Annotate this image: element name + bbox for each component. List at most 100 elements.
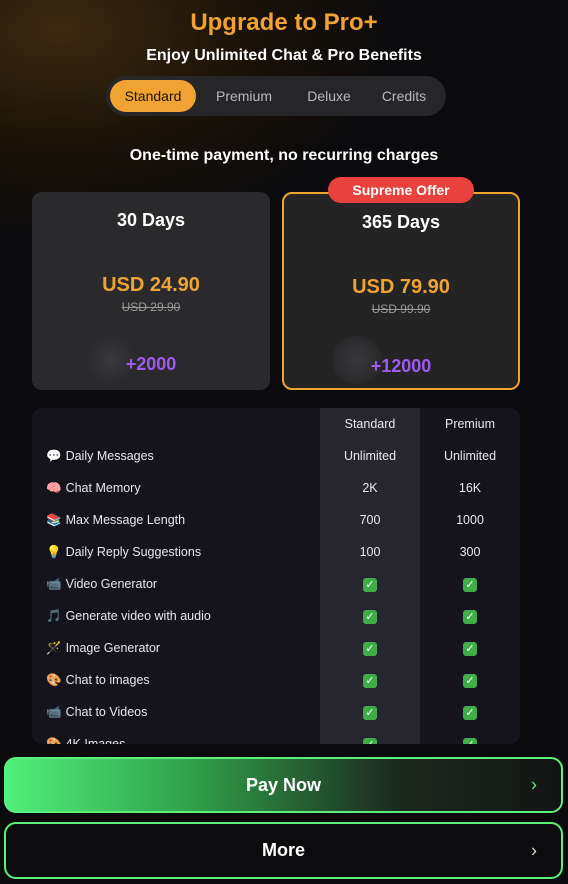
feature-value-premium: ✓ — [420, 609, 520, 624]
check-icon: ✓ — [363, 641, 377, 656]
check-icon: ✓ — [363, 577, 377, 592]
video-camera-icon: 📹 — [46, 576, 62, 591]
magic-wand-icon: 🪄 — [46, 640, 62, 655]
feature-value-premium: 300 — [420, 545, 520, 559]
feature-value: 100 — [359, 545, 381, 559]
feature-label: 🪄 Image Generator — [46, 641, 160, 656]
feature-value-premium: 16K — [420, 481, 520, 495]
table-row: 💬 Daily Messages Unlimited Unlimited — [32, 440, 520, 472]
feature-label: 💬 Daily Messages — [46, 449, 154, 464]
feature-value-standard: 2K — [320, 481, 420, 495]
plan-price: USD 24.90 — [102, 274, 200, 296]
feature-value-standard: Unlimited — [320, 449, 420, 463]
supreme-offer-badge: Supreme Offer — [328, 177, 474, 203]
tab-premium[interactable]: Premium — [196, 80, 292, 112]
feature-name: Generate video with audio — [65, 608, 211, 623]
check-icon: ✓ — [463, 609, 477, 624]
table-row: 🪄 Image Generator ✓ ✓ — [32, 632, 520, 664]
feature-value: 700 — [359, 513, 381, 527]
features-table: Standard Premium 💬 Daily Messages Unlimite… — [32, 408, 520, 744]
plan-card-30-days[interactable]: 30 Days USD 24.90 USD 29.90 +2000 — [32, 192, 270, 390]
column-header-standard: Standard — [344, 417, 396, 431]
check-icon: ✓ — [363, 609, 377, 624]
palette-icon: 🎨 — [46, 736, 62, 745]
table-row: 🎵 Generate video with audio ✓ ✓ — [32, 600, 520, 632]
column-header-premium: Premium — [444, 417, 495, 431]
feature-label: 🧠 Chat Memory — [46, 481, 141, 496]
lightbulb-icon: 💡 — [46, 544, 62, 559]
feature-value: Unlimited — [343, 449, 397, 463]
feature-value-standard: ✓ — [320, 641, 420, 656]
feature-name: Chat to Videos — [65, 704, 148, 719]
palette-icon: 🎨 — [46, 672, 62, 687]
page-title: Upgrade to Pro+ — [190, 9, 378, 36]
tab-deluxe[interactable]: Deluxe — [292, 80, 366, 112]
feature-value: 1000 — [456, 513, 484, 527]
speech-bubble-icon: 💬 — [46, 448, 62, 463]
feature-value: Unlimited — [443, 449, 497, 463]
check-icon: ✓ — [463, 737, 477, 744]
check-icon: ✓ — [363, 673, 377, 688]
feature-name: Max Message Length — [65, 512, 186, 527]
table-row: 🧠 Chat Memory 2K 16K — [32, 472, 520, 504]
payment-note: One-time payment, no recurring charges — [129, 147, 439, 164]
feature-name: Daily Reply Suggestions — [65, 544, 202, 559]
feature-label: 🎨 4K Images — [46, 737, 125, 745]
check-icon: ✓ — [463, 705, 477, 720]
plan-credits: +2000 — [125, 354, 177, 374]
check-icon: ✓ — [363, 737, 377, 744]
feature-value-premium: 1000 — [420, 513, 520, 527]
video-camera-icon: 📹 — [46, 704, 62, 719]
feature-label: 💡 Daily Reply Suggestions — [46, 545, 201, 560]
feature-value-premium: ✓ — [420, 577, 520, 592]
chevron-right-icon: › — [531, 774, 537, 795]
more-button[interactable]: More › — [4, 822, 563, 879]
feature-value: 2K — [362, 481, 378, 495]
feature-name: 4K Images — [65, 736, 126, 745]
feature-label: 🎨 Chat to images — [46, 673, 150, 688]
pay-now-label: Pay Now — [245, 774, 322, 795]
feature-label: 📹 Video Generator — [46, 577, 157, 592]
plan-old-price: USD 99.90 — [371, 302, 431, 316]
feature-value: 300 — [459, 545, 481, 559]
plan-old-price: USD 29.90 — [121, 300, 181, 314]
music-note-icon: 🎵 — [46, 608, 62, 623]
feature-value-standard: ✓ — [320, 737, 420, 744]
feature-name: Chat to images — [65, 672, 150, 687]
plan-duration: 30 Days — [116, 210, 186, 230]
plan-tabs: Standard Premium Deluxe Credits — [106, 76, 446, 116]
table-header: Standard Premium — [32, 408, 520, 440]
feature-value-premium: ✓ — [420, 673, 520, 688]
plan-duration: 365 Days — [361, 212, 441, 232]
tab-standard[interactable]: Standard — [110, 80, 196, 112]
tab-credits[interactable]: Credits — [366, 80, 442, 112]
feature-value-standard: ✓ — [320, 673, 420, 688]
feature-label: 📚 Max Message Length — [46, 513, 185, 528]
check-icon: ✓ — [463, 673, 477, 688]
pay-now-button[interactable]: Pay Now › — [4, 757, 563, 813]
table-row: 📚 Max Message Length 700 1000 — [32, 504, 520, 536]
books-icon: 📚 — [46, 512, 62, 527]
feature-name: Daily Messages — [65, 448, 154, 463]
plan-credits: +12000 — [370, 356, 432, 376]
feature-value: 16K — [458, 481, 482, 495]
check-icon: ✓ — [363, 705, 377, 720]
feature-value-premium: ✓ — [420, 737, 520, 744]
feature-value-premium: ✓ — [420, 705, 520, 720]
feature-name: Video Generator — [65, 576, 158, 591]
page-subtitle: Enjoy Unlimited Chat & Pro Benefits — [146, 47, 422, 64]
feature-value-standard: ✓ — [320, 577, 420, 592]
plan-card-365-days[interactable]: 365 Days USD 79.90 USD 99.90 +12000 — [282, 192, 520, 390]
check-icon: ✓ — [463, 641, 477, 656]
feature-value-standard: ✓ — [320, 705, 420, 720]
more-label: More — [261, 840, 305, 860]
plan-price: USD 79.90 — [352, 276, 450, 298]
feature-value-premium: ✓ — [420, 641, 520, 656]
table-row: 💡 Daily Reply Suggestions 100 300 — [32, 536, 520, 568]
feature-value-premium: Unlimited — [420, 449, 520, 463]
check-icon: ✓ — [463, 577, 477, 592]
table-row: 📹 Chat to Videos ✓ ✓ — [32, 696, 520, 728]
feature-name: Image Generator — [65, 640, 161, 655]
feature-value-standard: 700 — [320, 513, 420, 527]
table-row: 🎨4K Images ✓ ✓ — [32, 728, 520, 744]
